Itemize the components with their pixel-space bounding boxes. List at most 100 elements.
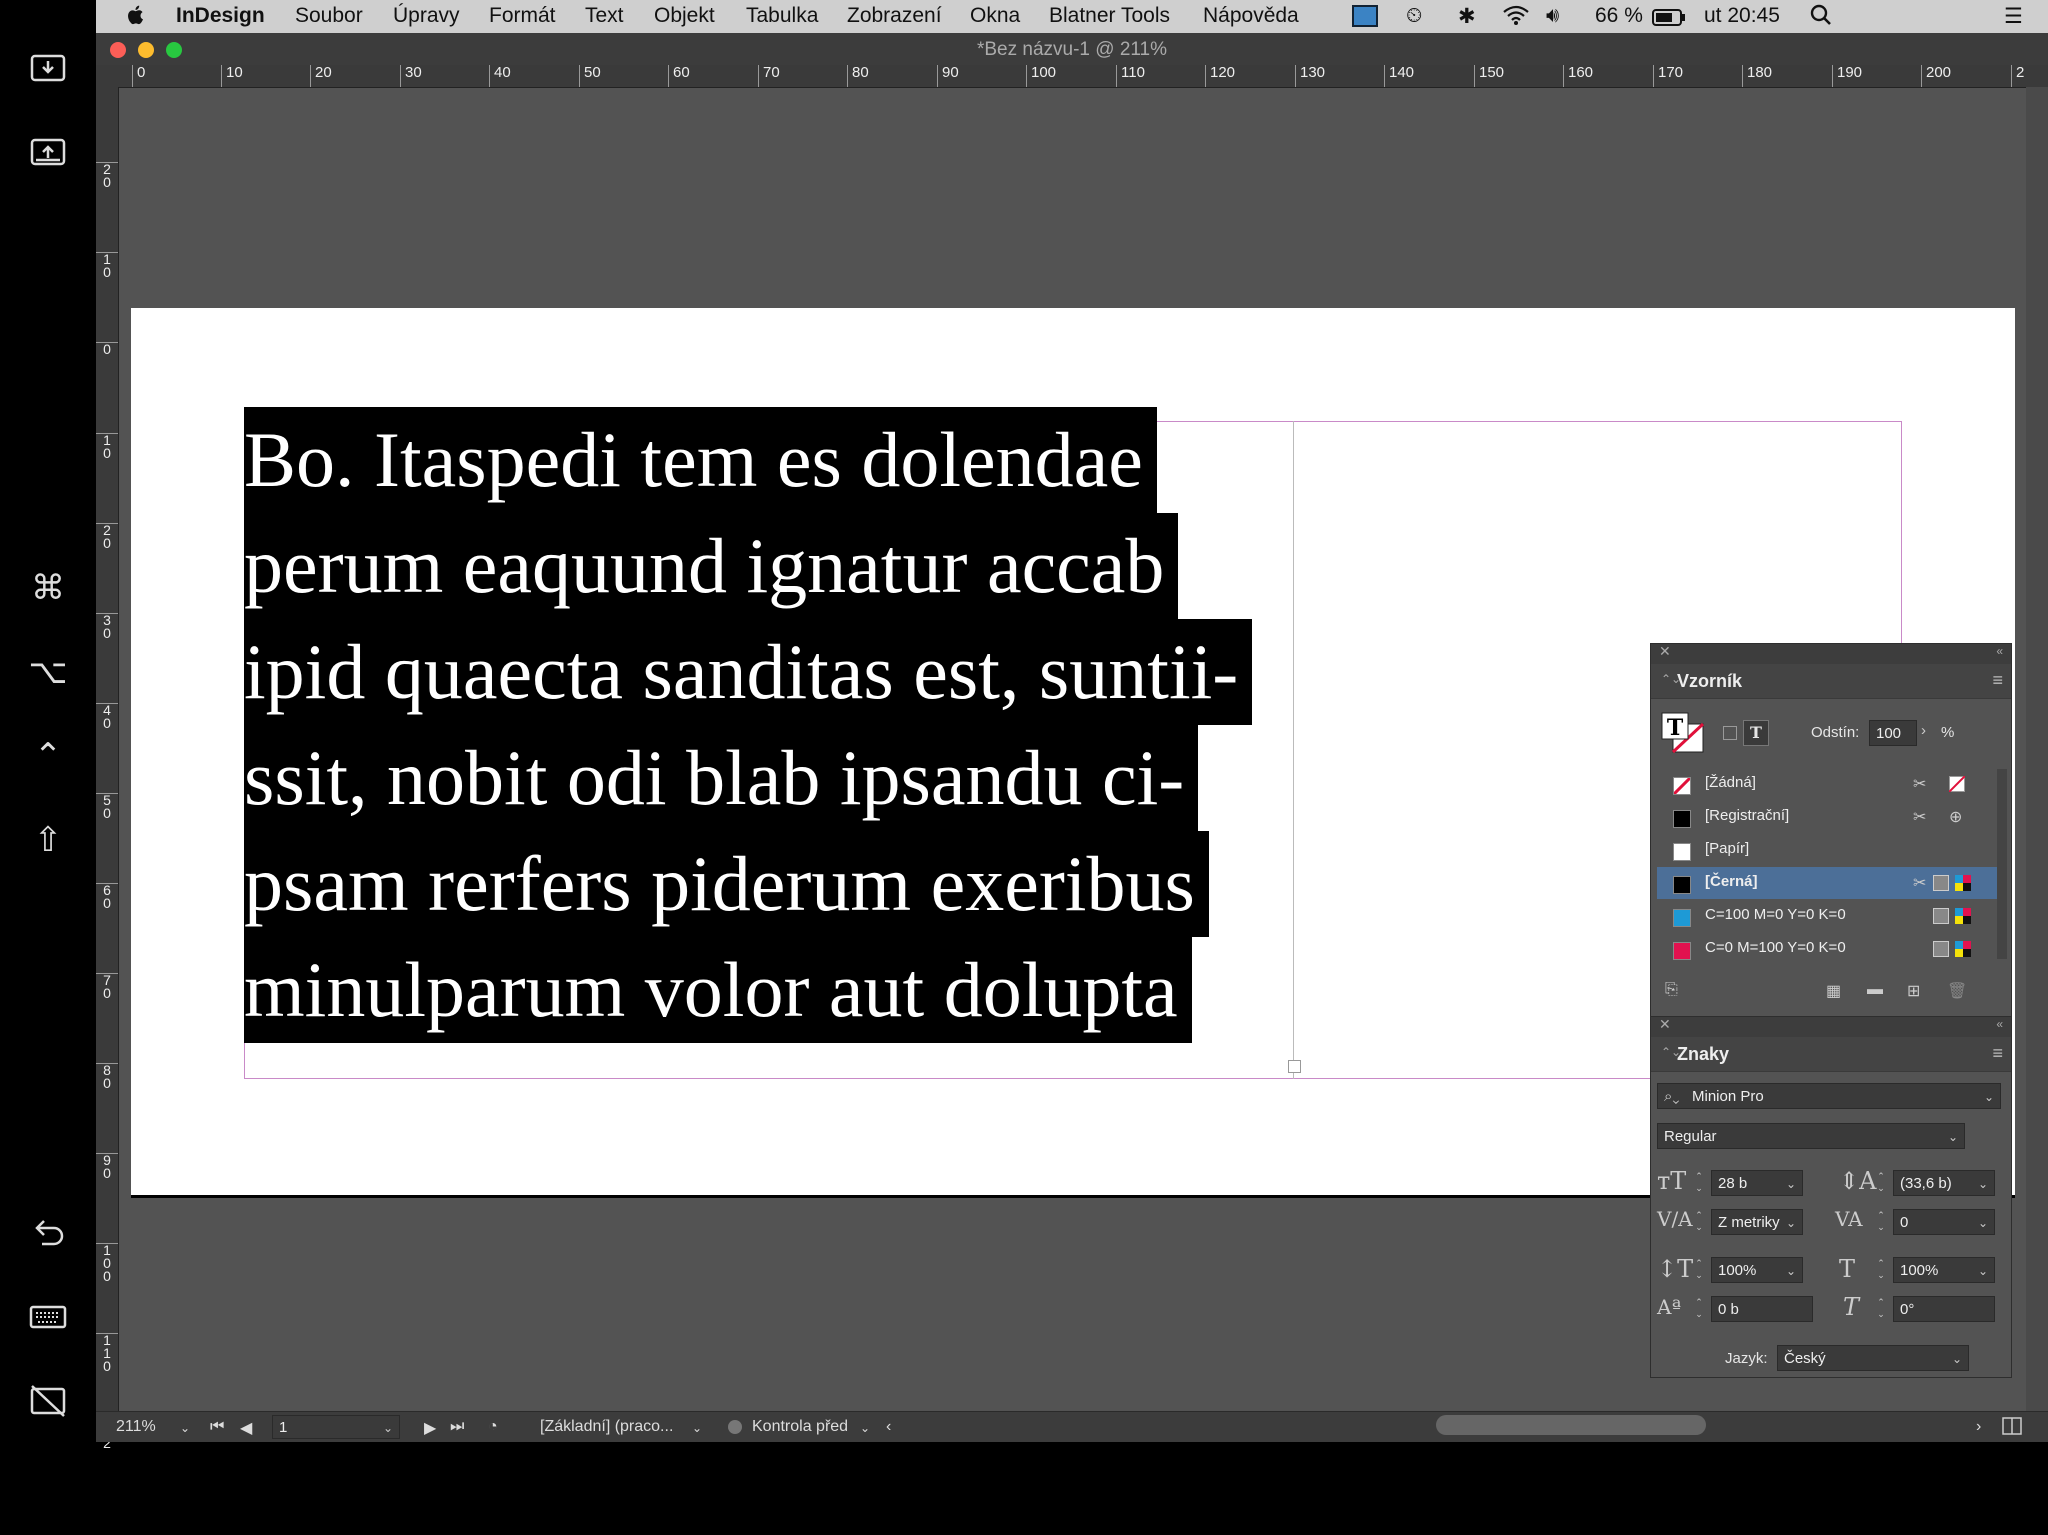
- profile-chevron-down-icon[interactable]: ⌄: [692, 1421, 702, 1435]
- menu-format[interactable]: Formát: [489, 4, 556, 28]
- text-line[interactable]: ssit, nobit odi blab ipsandu ci-: [244, 725, 1199, 831]
- swatch-row-selected[interactable]: [Černá] ✂: [1657, 867, 1997, 899]
- skew-stepper[interactable]: ⌃ ⌄: [1873, 1296, 1889, 1322]
- last-page-icon[interactable]: ⏭: [450, 1418, 464, 1436]
- first-page-icon[interactable]: ⏮: [210, 1418, 224, 1436]
- vscale-stepper[interactable]: ⌃ ⌄: [1691, 1257, 1707, 1283]
- new-swatch-icon[interactable]: ⊞: [1907, 981, 1920, 1001]
- undo-icon[interactable]: [26, 1212, 70, 1256]
- open-document-icon[interactable]: ◔: [488, 1418, 498, 1436]
- baseline-shift-input[interactable]: 0 b: [1711, 1296, 1813, 1322]
- leading-stepper[interactable]: ⌃ ⌄: [1873, 1170, 1889, 1196]
- horizontal-ruler[interactable]: 0 10 20 30 40 50 60 70 80 90 100 110 120…: [96, 65, 2048, 88]
- preflight-label[interactable]: Kontrola před: [752, 1418, 848, 1436]
- shift-key-icon[interactable]: ⇧: [26, 818, 70, 862]
- collapse-panel-icon[interactable]: «: [1996, 1017, 2003, 1031]
- swatch-row[interactable]: [Žádná] ✂: [1657, 768, 1997, 800]
- tint-input[interactable]: 100: [1869, 720, 1917, 746]
- show-swatch-kinds-icon[interactable]: ⎘: [1665, 981, 1678, 999]
- skew-input[interactable]: 0°: [1893, 1296, 1995, 1322]
- panel-menu-icon[interactable]: ≡: [1992, 670, 2003, 691]
- swatch-row[interactable]: C=0 M=100 Y=0 K=0: [1657, 933, 1997, 965]
- horizontal-scale-input[interactable]: 100% ⌄: [1893, 1257, 1995, 1283]
- close-panel-icon[interactable]: ✕: [1659, 643, 1671, 660]
- menu-app-name[interactable]: InDesign: [176, 4, 265, 28]
- battery-percent[interactable]: 66 %: [1595, 4, 1643, 28]
- container-format-icon[interactable]: [1723, 726, 1737, 740]
- language-select[interactable]: Český ⌄: [1777, 1345, 1969, 1371]
- volume-icon[interactable]: 🔊︎: [1546, 4, 1559, 28]
- horizontal-scrollbar-thumb[interactable]: [1436, 1415, 1706, 1435]
- swatch-row[interactable]: C=100 M=0 Y=0 K=0: [1657, 900, 1997, 932]
- swatch-views-icon[interactable]: ▦: [1826, 981, 1841, 1001]
- indesign-status-icon[interactable]: [1352, 5, 1378, 33]
- menu-upravy[interactable]: Úpravy: [393, 4, 460, 28]
- text-frame-out-port[interactable]: [1288, 1060, 1301, 1073]
- page-number-select[interactable]: 1 ⌄: [272, 1415, 400, 1439]
- fill-stroke-text-icon[interactable]: T: [1661, 712, 1707, 754]
- size-stepper[interactable]: ⌃ ⌄: [1691, 1170, 1707, 1196]
- swatches-tab[interactable]: ⌃⌄ Vzorník ≡: [1651, 664, 2011, 699]
- tint-slider-arrow-icon[interactable]: ›: [1921, 722, 1926, 739]
- tracking-stepper[interactable]: ⌃ ⌄: [1873, 1209, 1889, 1235]
- text-line[interactable]: Bo. Itaspedi tem es dolendae: [244, 407, 1157, 513]
- split-window-icon[interactable]: [2002, 1417, 2022, 1440]
- apple-menu-icon[interactable]: [126, 4, 144, 32]
- preflight-chevron-down-icon[interactable]: ⌄: [860, 1421, 870, 1435]
- vertical-ruler[interactable]: 2 0 1 0 0 1 0 2 0 3 0 4 0 5 0 6 0 7 0 8 …: [96, 87, 119, 1450]
- baseline-stepper[interactable]: ⌃ ⌄: [1691, 1296, 1707, 1322]
- menu-okna[interactable]: Okna: [970, 4, 1020, 28]
- battery-icon[interactable]: [1652, 8, 1686, 32]
- next-page-icon[interactable]: ▶: [424, 1418, 436, 1438]
- scroll-right-icon[interactable]: ›: [1976, 1418, 1981, 1436]
- font-family-select[interactable]: ⌕⌄ Minion Pro ⌄: [1657, 1083, 2001, 1109]
- kerning-stepper[interactable]: ⌃ ⌄: [1691, 1209, 1707, 1235]
- hscale-stepper[interactable]: ⌃ ⌄: [1873, 1257, 1889, 1283]
- notification-center-icon[interactable]: ☰: [2004, 4, 2023, 29]
- menu-blatner-tools[interactable]: Blatner Tools: [1049, 4, 1170, 28]
- font-style-select[interactable]: Regular ⌄: [1657, 1123, 1965, 1149]
- text-frame[interactable]: Bo. Itaspedi tem es dolendae perum eaquu…: [244, 407, 1253, 1043]
- swatch-row[interactable]: [Registrační] ✂ ⊕: [1657, 801, 1997, 833]
- dock-toggle-icon[interactable]: [26, 132, 70, 176]
- new-color-group-icon[interactable]: ▬: [1867, 981, 1883, 999]
- leading-input[interactable]: (33,6 b) ⌄: [1893, 1170, 1995, 1196]
- vertical-scale-input[interactable]: 100% ⌄: [1711, 1257, 1803, 1283]
- menu-tabulka[interactable]: Tabulka: [746, 4, 818, 28]
- menu-soubor[interactable]: Soubor: [295, 4, 363, 28]
- font-size-input[interactable]: 28 b ⌄: [1711, 1170, 1803, 1196]
- swatch-row[interactable]: [Papír]: [1657, 834, 1997, 866]
- zoom-level[interactable]: 211%: [116, 1418, 156, 1436]
- command-key-icon[interactable]: ⌘: [26, 566, 70, 610]
- keyboard-icon[interactable]: [26, 1296, 70, 1340]
- bluetooth-icon[interactable]: ✱: [1458, 4, 1476, 29]
- wifi-icon[interactable]: [1502, 4, 1530, 32]
- kerning-select[interactable]: Z metriky ⌄: [1711, 1209, 1803, 1235]
- text-line[interactable]: minulparum volor aut dolupta: [244, 937, 1192, 1043]
- menu-clock[interactable]: ut 20:45: [1704, 4, 1780, 28]
- spotlight-search-icon[interactable]: [1810, 4, 1832, 32]
- text-format-icon[interactable]: T: [1743, 720, 1769, 746]
- control-key-icon[interactable]: ⌃: [26, 734, 70, 778]
- option-key-icon[interactable]: ⌥: [26, 650, 70, 694]
- swatch-list-scrollbar[interactable]: [1997, 769, 2007, 959]
- panel-menu-icon[interactable]: ≡: [1992, 1043, 2003, 1064]
- time-machine-icon[interactable]: ⏲: [1406, 4, 1422, 28]
- zoom-chevron-down-icon[interactable]: ⌄: [180, 1421, 190, 1435]
- preflight-status-icon[interactable]: [728, 1420, 742, 1434]
- menubar-toggle-icon[interactable]: [26, 48, 70, 92]
- profile-select[interactable]: [Základní] (praco...: [540, 1418, 673, 1436]
- menu-napoveda[interactable]: Nápověda: [1203, 4, 1299, 28]
- collapse-panel-icon[interactable]: «: [1996, 644, 2003, 658]
- disconnect-display-icon[interactable]: [26, 1380, 70, 1424]
- previous-page-icon[interactable]: ◀: [240, 1418, 252, 1438]
- tracking-input[interactable]: 0 ⌄: [1893, 1209, 1995, 1235]
- text-line[interactable]: ipid quaecta sanditas est, suntii-: [244, 619, 1253, 725]
- text-line[interactable]: perum eaquund ignatur accab: [244, 513, 1179, 619]
- delete-swatch-icon[interactable]: 🗑︎: [1947, 981, 1967, 1001]
- menu-objekt[interactable]: Objekt: [654, 4, 715, 28]
- text-line[interactable]: psam rerfers piderum exeribus: [244, 831, 1209, 937]
- vertical-scrollbar[interactable]: [2026, 87, 2048, 1411]
- character-tab[interactable]: ⌃⌄ Znaky ≡: [1651, 1037, 2011, 1072]
- menu-zobrazeni[interactable]: Zobrazení: [847, 4, 942, 28]
